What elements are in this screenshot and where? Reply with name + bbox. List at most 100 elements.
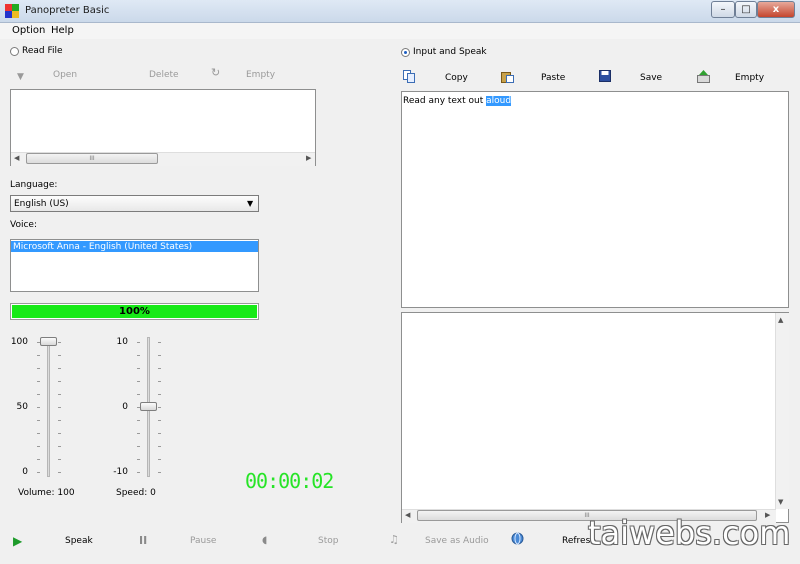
slider-tick [58,368,61,369]
input-text-selection: aloud [486,96,512,106]
save-audio-button[interactable]: Save as Audio [425,536,489,546]
slider-tick [58,472,61,473]
slider-tick [37,433,40,434]
slider-tick [58,433,61,434]
output-scroll-left-icon[interactable]: ◀ [405,511,410,519]
speak-button[interactable]: Speak [65,536,93,546]
volume-label: Volume: 100 [18,488,75,498]
slider-tick [58,407,61,408]
input-text[interactable]: Read any text out aloud [403,96,512,106]
slider-tick [158,446,161,447]
slider-tick [137,394,140,395]
pause-button[interactable]: Pause [190,536,216,546]
close-button[interactable]: x [757,1,795,18]
slider-tick [37,368,40,369]
slider-tick [158,433,161,434]
slider-tick [37,446,40,447]
speed-tick-0: 0 [122,402,128,412]
elapsed-timer: 00:00:02 [245,469,334,493]
slider-tick [58,342,61,343]
slider-tick [158,355,161,356]
slider-tick [137,433,140,434]
slider-tick [58,459,61,460]
slider-tick [158,381,161,382]
empty-text-button[interactable]: Empty [735,73,764,83]
menu-help[interactable]: Help [51,25,74,36]
menu-option[interactable]: Option [12,25,45,36]
slider-tick [37,459,40,460]
speed-thumb[interactable] [140,402,157,411]
menu-bar [0,23,800,39]
save-button[interactable]: Save [640,73,662,83]
slider-tick [37,420,40,421]
save-audio-icon: ♫ [389,533,399,546]
slider-tick [137,446,140,447]
slider-tick [158,420,161,421]
slider-tick [37,355,40,356]
slider-tick [37,394,40,395]
empty-text-icon [697,70,710,83]
output-vscrollbar[interactable] [775,313,789,509]
speed-tick-10: 10 [116,337,128,347]
refresh-icon [511,532,524,545]
text-input-area[interactable] [401,91,789,308]
slider-tick [158,407,161,408]
read-file-radio[interactable] [10,47,19,56]
slider-tick [137,472,140,473]
voice-label: Voice: [10,220,37,230]
volume-thumb[interactable] [40,337,57,346]
output-area [401,312,789,523]
scroll-up-icon[interactable]: ▲ [778,316,783,324]
stop-button[interactable]: Stop [318,536,338,546]
play-icon: ▶ [13,534,23,548]
empty-file-button[interactable]: Empty [246,70,275,80]
slider-tick [58,394,61,395]
copy-icon [403,70,415,83]
slider-tick [137,420,140,421]
input-speak-radio[interactable] [401,48,410,57]
window-title: Panopreter Basic [25,5,110,16]
chevron-down-icon[interactable]: ▼ [247,199,253,208]
slider-tick [137,459,140,460]
minimize-button[interactable]: – [711,1,735,18]
paste-button[interactable]: Paste [541,73,565,83]
watermark: taiwebs.com [588,514,791,552]
slider-tick [37,472,40,473]
open-icon: ▼ [17,72,24,82]
maximize-button[interactable]: □ [735,1,757,18]
open-button[interactable]: Open [53,70,77,80]
slider-tick [158,394,161,395]
volume-tick-50: 50 [16,402,28,412]
slider-tick [58,446,61,447]
voice-item[interactable]: Microsoft Anna - English (United States) [13,242,192,252]
slider-tick [137,381,140,382]
volume-tick-100: 100 [10,337,28,347]
scroll-left-icon[interactable]: ◀ [14,154,19,162]
input-speak-label: Input and Speak [413,47,487,57]
save-icon [599,70,611,82]
slider-tick [137,368,140,369]
progress-text: 100% [119,306,150,317]
language-label: Language: [10,180,58,190]
slider-tick [37,342,40,343]
volume-tick-0: 0 [22,467,28,477]
paste-icon [501,72,514,83]
slider-tick [137,407,140,408]
title-bar [0,0,800,23]
copy-button[interactable]: Copy [445,73,468,83]
scroll-down-icon[interactable]: ▼ [778,498,783,506]
pause-icon: II [139,534,148,547]
read-file-label: Read File [22,46,63,56]
delete-button[interactable]: Delete [149,70,179,80]
file-scroll-thumb[interactable]: III [26,153,158,164]
slider-tick [37,381,40,382]
empty-icon: ↻ [211,66,221,79]
slider-tick [58,420,61,421]
slider-tick [137,355,140,356]
volume-track[interactable] [47,337,50,477]
scroll-right-icon[interactable]: ▶ [306,154,311,162]
slider-tick [137,342,140,343]
app-icon [5,4,19,18]
slider-tick [58,355,61,356]
slider-tick [158,472,161,473]
